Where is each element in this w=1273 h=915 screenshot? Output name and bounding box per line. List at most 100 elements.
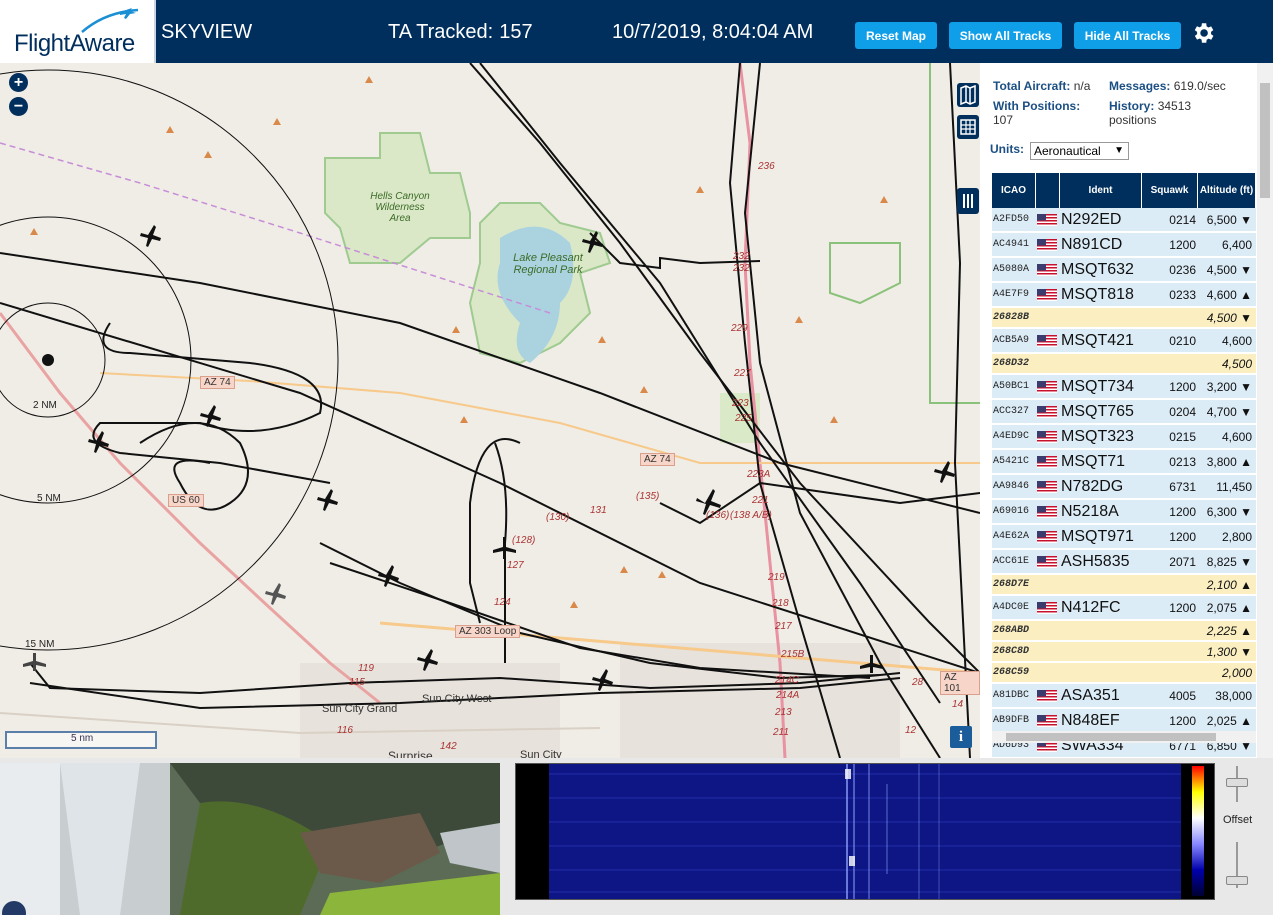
hide-all-tracks-button[interactable]: Hide All Tracks xyxy=(1074,22,1181,49)
table-row[interactable]: A4DC0E N412FC 1200 2,075 ▲ xyxy=(992,596,1256,620)
squawk-cell: 0233 xyxy=(1169,287,1196,302)
with-positions-stat: With Positions: 107 xyxy=(993,99,1103,127)
gear-icon[interactable] xyxy=(1190,20,1216,46)
history-stat: History: 34513 positions xyxy=(1109,99,1239,127)
altitude-cell: 2,100 ▲ xyxy=(1206,577,1252,592)
with-positions-label: With Positions: xyxy=(993,99,1081,113)
spectrum-image xyxy=(549,764,1181,899)
squawk-cell: 1200 xyxy=(1169,237,1196,252)
table-row[interactable]: 268C59 2,000 xyxy=(992,663,1256,683)
us-flag-icon xyxy=(1037,406,1057,418)
total-aircraft-stat: Total Aircraft: n/a xyxy=(993,79,1090,93)
table-row[interactable]: AC4941 N891CD 1200 6,400 xyxy=(992,233,1256,257)
table-row[interactable]: A4ED9C MSQT323 0215 4,600 xyxy=(992,425,1256,449)
road-shield-az101: AZ 101 xyxy=(940,671,980,695)
col-altitude[interactable]: Altitude (ft) xyxy=(1198,173,1256,208)
zoom-out-button[interactable]: − xyxy=(9,97,28,116)
table-row[interactable]: AB9DFB N848EF 1200 2,025 ▲ xyxy=(992,709,1256,733)
scroll-thumb[interactable] xyxy=(1006,733,1216,741)
table-row[interactable]: A69016 N5218A 1200 6,300 ▼ xyxy=(992,500,1256,524)
total-aircraft-value: n/a xyxy=(1073,79,1091,93)
icao-cell: 268C59 xyxy=(993,667,1030,678)
squawk-cell xyxy=(1144,354,1196,373)
col-flag[interactable] xyxy=(1036,173,1060,208)
ident-cell: N5218A xyxy=(1061,502,1119,520)
reset-map-button[interactable]: Reset Map xyxy=(855,22,937,49)
table-row[interactable]: A5421C MSQT71 0213 3,800 ▲ xyxy=(992,450,1256,474)
table-row[interactable]: ACC327 MSQT765 0204 4,700 ▼ xyxy=(992,400,1256,424)
exit-label: 219 xyxy=(768,572,785,583)
units-select[interactable]: Aeronautical ▼ xyxy=(1030,142,1129,160)
us-flag-icon xyxy=(1037,690,1057,702)
table-row[interactable]: 268C8D 1,300 ▼ xyxy=(992,642,1256,662)
table-row[interactable]: A81DBC ASA351 4005 38,000 xyxy=(992,684,1256,708)
table-row[interactable]: 268D7E 2,100 ▲ xyxy=(992,575,1256,595)
ident-cell: N848EF xyxy=(1061,711,1120,729)
ident-cell: MSQT323 xyxy=(1061,427,1134,445)
us-flag-icon xyxy=(1037,335,1057,347)
table-row[interactable]: ACC61E ASH5835 2071 8,825 ▼ xyxy=(992,550,1256,574)
icao-cell: A4ED9C xyxy=(993,431,1030,442)
us-flag-icon xyxy=(1037,506,1057,518)
map-canvas[interactable] xyxy=(0,63,980,758)
table-row[interactable]: 268D32 4,500 xyxy=(992,354,1256,374)
squawk-cell: 2071 xyxy=(1169,554,1196,569)
vertical-scrollbar[interactable] xyxy=(1257,63,1273,758)
exit-label: (138 A/B) xyxy=(730,510,772,521)
grid-icon xyxy=(960,119,976,135)
exit-label: 215B xyxy=(781,649,805,660)
altitude-cell: 3,800 ▲ xyxy=(1206,454,1252,469)
horizontal-scrollbar[interactable] xyxy=(992,731,1256,743)
info-button[interactable]: i xyxy=(950,726,972,748)
table-row[interactable]: 268ABD 2,225 ▲ xyxy=(992,621,1256,641)
altitude-cell: 2,225 ▲ xyxy=(1206,623,1252,638)
show-all-tracks-button[interactable]: Show All Tracks xyxy=(949,22,1062,49)
offset-label: Offset xyxy=(1223,814,1253,826)
exit-label: 115 xyxy=(349,677,365,688)
chevron-down-icon: ▼ xyxy=(1114,145,1124,156)
table-row[interactable]: 26828B 4,500 ▼ xyxy=(992,308,1256,328)
gain-slider-knob[interactable] xyxy=(1226,778,1248,787)
squawk-cell: 1200 xyxy=(1169,600,1196,615)
map-grid-button[interactable] xyxy=(957,115,979,139)
place-label-hells-canyon: Hells Canyon Wilderness Area xyxy=(370,191,430,224)
flightaware-logo[interactable]: FlightAware xyxy=(0,0,156,63)
icao-cell: A4E7F9 xyxy=(993,289,1030,300)
zoom-in-button[interactable]: + xyxy=(9,73,28,92)
squawk-cell: 0204 xyxy=(1169,404,1196,419)
table-row[interactable]: ACB5A9 MSQT421 0210 4,600 xyxy=(992,329,1256,353)
altitude-cell: 8,825 ▼ xyxy=(1206,554,1252,569)
exit-label: 223A xyxy=(747,469,771,480)
scroll-thumb[interactable] xyxy=(1260,83,1270,198)
logo-text: FlightAware xyxy=(14,30,135,57)
altitude-cell: 2,075 ▲ xyxy=(1206,600,1252,615)
ta-tracked-label: TA Tracked: xyxy=(388,21,494,43)
table-row[interactable]: A4E62A MSQT971 1200 2,800 xyxy=(992,525,1256,549)
us-flag-icon xyxy=(1037,715,1057,727)
offset-slider-knob[interactable] xyxy=(1226,876,1248,885)
col-squawk[interactable]: Squawk xyxy=(1142,173,1198,208)
table-row[interactable]: A5080A MSQT632 0236 4,500 ▼ xyxy=(992,258,1256,282)
table-row[interactable]: A2FD50 N292ED 0214 6,500 ▼ xyxy=(992,208,1256,232)
squawk-cell xyxy=(1144,621,1196,640)
icao-cell: AB9DFB xyxy=(993,715,1030,726)
us-flag-icon xyxy=(1037,214,1057,226)
table-row[interactable]: AA9846 N782DG 6731 11,450 xyxy=(992,475,1256,499)
map-type-button[interactable] xyxy=(957,83,979,107)
col-icao[interactable]: ICAO xyxy=(992,173,1036,208)
map-view[interactable]: 2 NM 5 NM 15 NM Hells Canyon Wilderness … xyxy=(0,63,980,758)
col-ident[interactable]: Ident xyxy=(1060,173,1142,208)
squawk-cell: 6731 xyxy=(1169,479,1196,494)
us-flag-icon xyxy=(1037,381,1057,393)
column-toggle-button[interactable] xyxy=(957,188,979,214)
altitude-cell: 11,450 xyxy=(1216,479,1252,494)
table-row[interactable]: A50BC1 MSQT734 1200 3,200 ▼ xyxy=(992,375,1256,399)
waterfall-display[interactable] xyxy=(515,763,1215,900)
icao-cell: 268C8D xyxy=(993,646,1030,657)
waterfall-photo-image xyxy=(0,763,500,915)
us-flag-icon xyxy=(1037,431,1057,443)
squawk-cell: 1200 xyxy=(1169,713,1196,728)
icao-cell: 26828B xyxy=(993,312,1030,323)
ident-cell: MSQT971 xyxy=(1061,527,1134,545)
table-row[interactable]: A4E7F9 MSQT818 0233 4,600 ▲ xyxy=(992,283,1256,307)
